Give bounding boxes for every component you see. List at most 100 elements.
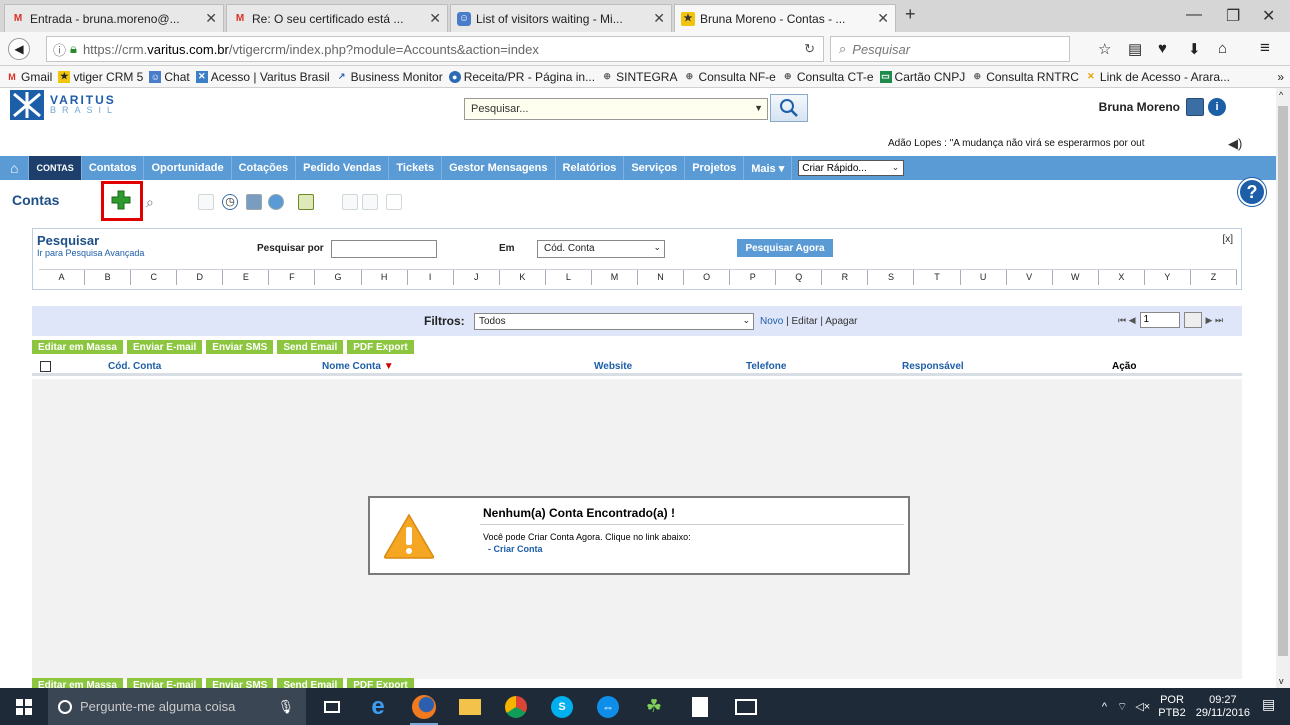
user-menu[interactable]: Bruna Moreno i — [1099, 98, 1226, 116]
menu-icon[interactable]: ≡ — [1260, 38, 1270, 58]
pocket-icon[interactable]: ♥ — [1158, 40, 1167, 57]
bookmark-business-monitor[interactable]: ↗ Business Monitor — [336, 70, 443, 84]
col-website[interactable]: Website — [594, 361, 632, 372]
speaker-icon[interactable]: ◀) — [1228, 136, 1242, 152]
close-icon[interactable]: ✕ — [205, 10, 217, 27]
quick-create-select[interactable]: Criar Rápido... ⌄ — [798, 160, 905, 176]
new-tab-button[interactable]: + — [905, 4, 916, 25]
tray-overflow-icon[interactable]: ^ — [1102, 701, 1107, 713]
send-sms-button[interactable]: Enviar SMS — [206, 678, 274, 688]
clock[interactable]: 09:27 29/11/2016 — [1196, 694, 1250, 720]
alpha-x[interactable]: X — [1099, 270, 1145, 285]
bookmark-rntrc[interactable]: ⊕ Consulta RNTRC — [971, 70, 1078, 84]
browser-tab-gmail-cert[interactable]: M Re: O seu certificado está ... ✕ — [226, 4, 448, 32]
bookmark-cnpj[interactable]: ▭ Cartão CNPJ — [879, 70, 965, 84]
bookmarks-overflow-button[interactable]: » — [1277, 70, 1284, 84]
bookmark-chat[interactable]: ☺ Chat — [149, 70, 190, 84]
create-account-link[interactable]: - Criar Conta — [488, 544, 543, 554]
address-bar[interactable]: ⓘ 🔒︎ https://crm. varitus.com.br/vtigercr… — [46, 36, 824, 62]
mass-edit-button[interactable]: Editar em Massa — [32, 340, 123, 354]
send-email-en-button[interactable]: Send Email — [277, 340, 344, 354]
alpha-d[interactable]: D — [177, 270, 224, 285]
info-icon[interactable]: i — [1208, 98, 1226, 116]
teamviewer-icon[interactable]: ⇔ — [588, 688, 628, 725]
alpha-j[interactable]: J — [454, 270, 500, 285]
col-nome-conta[interactable]: Nome Conta ▼ — [322, 361, 394, 372]
user-profile-icon[interactable] — [1186, 98, 1204, 116]
close-icon[interactable]: ✕ — [653, 10, 665, 27]
bookmark-vtiger[interactable]: ★ vtiger CRM 5 — [58, 70, 143, 84]
menu-item-mais[interactable]: Mais ▾ — [744, 156, 793, 180]
window-close-icon[interactable]: ✕ — [1262, 6, 1275, 26]
close-search-button[interactable]: [x] — [1222, 234, 1233, 245]
people-app-icon[interactable]: ☘ — [634, 688, 674, 725]
scrollbar-thumb[interactable] — [1278, 106, 1288, 656]
bookmark-sintegra[interactable]: ⊕ SINTEGRA — [601, 70, 677, 84]
alpha-r[interactable]: R — [822, 270, 869, 285]
chrome-icon[interactable] — [496, 688, 536, 725]
filter-delete-link[interactable]: Apagar — [825, 316, 857, 327]
next-page-icon[interactable]: ▶ — [1206, 315, 1213, 326]
chevron-down-icon[interactable]: ▼ — [754, 103, 763, 113]
col-telefone[interactable]: Telefone — [746, 361, 786, 372]
search-text-input[interactable] — [331, 240, 437, 258]
firefox-icon[interactable] — [404, 688, 444, 725]
notifications-icon[interactable]: ▤ — [1262, 696, 1282, 716]
menu-item-tickets[interactable]: Tickets — [389, 156, 443, 180]
add-account-button[interactable] — [109, 190, 133, 210]
send-sms-button[interactable]: Enviar SMS — [206, 340, 274, 354]
advanced-search-link[interactable]: Ir para Pesquisa Avançada — [37, 248, 144, 258]
bookmark-acesso[interactable]: ✕ Acesso | Varitus Brasil — [195, 70, 330, 84]
alpha-u[interactable]: U — [961, 270, 1007, 285]
windows-start-button[interactable] — [0, 688, 48, 725]
volume-icon[interactable]: ◁× — [1135, 700, 1150, 713]
send-email-button[interactable]: Enviar E-mail — [126, 678, 203, 688]
menu-item-pedido-vendas[interactable]: Pedido Vendas — [296, 156, 390, 180]
page-scrollbar[interactable]: ^ v — [1276, 88, 1290, 688]
filter-select[interactable]: Todos ⌄ — [474, 313, 754, 330]
calculator-icon[interactable] — [246, 194, 262, 210]
home-icon[interactable]: ⌂ — [0, 156, 30, 180]
alpha-f[interactable]: F — [269, 270, 316, 285]
back-arrow-icon[interactable]: ◀ — [8, 38, 30, 60]
reload-icon[interactable]: ↻ — [804, 41, 815, 57]
scroll-up-icon[interactable]: ^ — [1279, 90, 1283, 100]
alpha-g[interactable]: G — [315, 270, 362, 285]
menu-item-contatos[interactable]: Contatos — [82, 156, 145, 180]
browser-tab-contas[interactable]: ★ Bruna Moreno - Contas - ... ✕ — [674, 4, 896, 32]
edge-icon[interactable]: e — [358, 688, 398, 725]
bookmark-receita[interactable]: ● Receita/PR - Página in... — [448, 70, 595, 84]
alpha-q[interactable]: Q — [776, 270, 823, 285]
filter-new-link[interactable]: Novo — [760, 316, 783, 327]
document-app-icon[interactable] — [680, 688, 720, 725]
pdf-export-button[interactable]: PDF Export — [347, 678, 414, 688]
bookmark-gmail[interactable]: M Gmail — [6, 70, 52, 84]
menu-item-servicos[interactable]: Serviços — [624, 156, 686, 180]
alpha-t[interactable]: T — [914, 270, 961, 285]
alpha-w[interactable]: W — [1053, 270, 1099, 285]
minimize-icon[interactable]: — — [1186, 6, 1202, 24]
browser-search-input[interactable]: ⌕ Pesquisar — [830, 36, 1070, 62]
mass-edit-button[interactable]: Editar em Massa — [32, 678, 123, 688]
menu-item-cotacoes[interactable]: Cotações — [232, 156, 297, 180]
alpha-s[interactable]: S — [868, 270, 915, 285]
import-icon[interactable] — [298, 194, 314, 210]
col-responsavel[interactable]: Responsável — [902, 361, 964, 372]
alpha-h[interactable]: H — [362, 270, 408, 285]
menu-item-relatorios[interactable]: Relatórios — [556, 156, 625, 180]
alpha-b[interactable]: B — [85, 270, 132, 285]
search-now-button[interactable]: Pesquisar Agora — [737, 239, 833, 257]
prev-page-icon[interactable]: ◀ — [1129, 315, 1136, 326]
alpha-v[interactable]: V — [1007, 270, 1053, 285]
menu-item-projetos[interactable]: Projetos — [685, 156, 745, 180]
help-icon[interactable]: ? — [1238, 178, 1266, 206]
global-search-input[interactable]: Pesquisar... ▼ — [464, 98, 768, 120]
scroll-down-icon[interactable]: v — [1279, 676, 1284, 686]
alpha-m[interactable]: M — [592, 270, 639, 285]
global-search-button[interactable] — [770, 94, 808, 122]
skype-icon[interactable]: S — [542, 688, 582, 725]
bookmark-nfe[interactable]: ⊕ Consulta NF-e — [683, 70, 776, 84]
clock-icon[interactable]: ◷ — [222, 194, 238, 210]
alpha-y[interactable]: Y — [1145, 270, 1191, 285]
bookmark-star-icon[interactable]: ☆ — [1098, 40, 1111, 58]
